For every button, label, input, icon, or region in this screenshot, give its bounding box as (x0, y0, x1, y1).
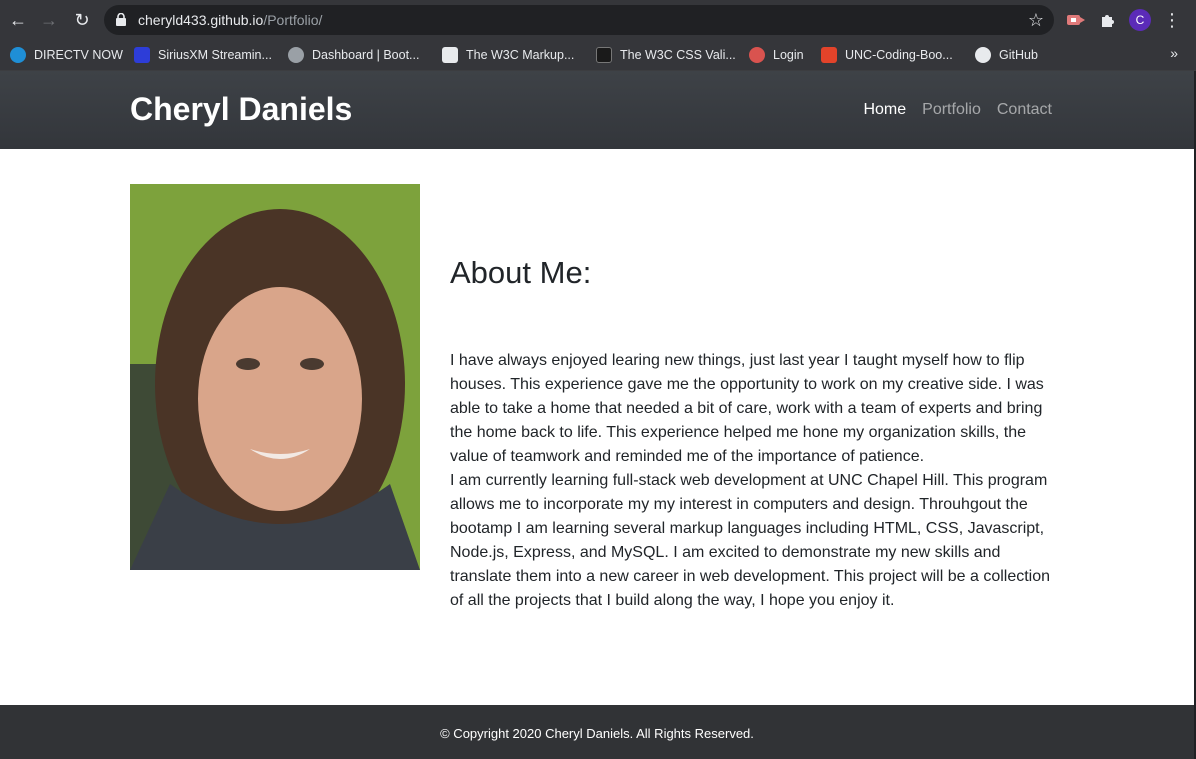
bookmark-login[interactable]: Login (749, 45, 804, 65)
site-footer: © Copyright 2020 Cheryl Daniels. All Rig… (0, 705, 1194, 759)
bookmark-label: Dashboard | Boot... (312, 48, 420, 62)
bookmark-label: Login (773, 48, 804, 62)
back-arrow-icon[interactable]: ← (6, 8, 30, 32)
w3c-icon (442, 47, 458, 63)
more-bookmarks-chevron-icon[interactable]: » (1170, 45, 1178, 61)
portrait-illustration (130, 184, 420, 570)
bookmark-star-icon[interactable]: ☆ (1028, 10, 1044, 31)
bookmark-label: SiriusXM Streamin... (158, 48, 272, 62)
bookmark-label: UNC-Coding-Boo... (845, 48, 953, 62)
more-options-icon[interactable]: ⋮ (1163, 8, 1181, 32)
lock-icon (116, 13, 126, 26)
url-path: /Portfolio/ (263, 12, 323, 28)
about-paragraph: I have always enjoyed learing new things… (450, 352, 1044, 465)
profile-avatar[interactable]: C (1129, 9, 1151, 31)
bookmark-siriusxm[interactable]: SiriusXM Streamin... (134, 45, 272, 65)
about-paragraph: I am currently learning full-stack web d… (450, 472, 1051, 609)
address-bar[interactable]: cheryld433.github.io/Portfolio/ ☆ (104, 5, 1054, 35)
nav-contact-link[interactable]: Contact (997, 101, 1052, 119)
bookmark-label: DIRECTV NOW (34, 48, 123, 62)
bookmark-label: The W3C Markup... (466, 48, 575, 62)
bookmarks-bar: DIRECTV NOW SiriusXM Streamin... Dashboa… (0, 40, 1196, 71)
bookmark-github[interactable]: GitHub (975, 45, 1038, 65)
url-host: cheryld433.github.io (138, 12, 264, 28)
site-header: Cheryl Daniels Home Portfolio Contact (0, 71, 1194, 149)
siriusxm-icon (134, 47, 150, 63)
bookmark-w3c-css[interactable]: The W3C CSS Vali... (596, 45, 736, 65)
about-heading: About Me: (450, 255, 592, 290)
login-mascot-icon (749, 47, 765, 63)
about-text: I have always enjoyed learing new things… (450, 349, 1060, 613)
bookmark-label: The W3C CSS Vali... (620, 48, 736, 62)
github-icon (975, 47, 991, 63)
nav-home-link[interactable]: Home (863, 101, 906, 119)
bookmark-directv[interactable]: DIRECTV NOW (10, 45, 123, 65)
browser-toolbar: ← → ↻ cheryld433.github.io/Portfolio/ ☆ … (0, 0, 1196, 40)
w3c-css-icon (596, 47, 612, 63)
forward-arrow-icon[interactable]: → (37, 8, 61, 32)
bookmark-dashboard[interactable]: Dashboard | Boot... (288, 45, 419, 65)
puzzle-icon[interactable] (1097, 9, 1119, 31)
att-globe-icon (10, 47, 26, 63)
profile-photo (130, 184, 420, 570)
web-page: Cheryl Daniels Home Portfolio Contact Ab… (0, 71, 1194, 759)
site-nav: Home Portfolio Contact (863, 101, 1052, 119)
extension-icon[interactable] (1064, 9, 1086, 31)
copyright-text: © Copyright 2020 Cheryl Daniels. All Rig… (440, 726, 754, 741)
bookmark-w3c-markup[interactable]: The W3C Markup... (442, 45, 574, 65)
nav-portfolio-link[interactable]: Portfolio (922, 101, 981, 119)
globe-icon (288, 47, 304, 63)
reload-icon[interactable]: ↻ (70, 8, 94, 32)
bookmark-gitlab[interactable]: UNC-Coding-Boo... (821, 45, 953, 65)
url-text: cheryld433.github.io/Portfolio/ (138, 12, 322, 28)
site-brand[interactable]: Cheryl Daniels (130, 91, 352, 128)
gitlab-icon (821, 47, 837, 63)
bookmark-label: GitHub (999, 48, 1038, 62)
